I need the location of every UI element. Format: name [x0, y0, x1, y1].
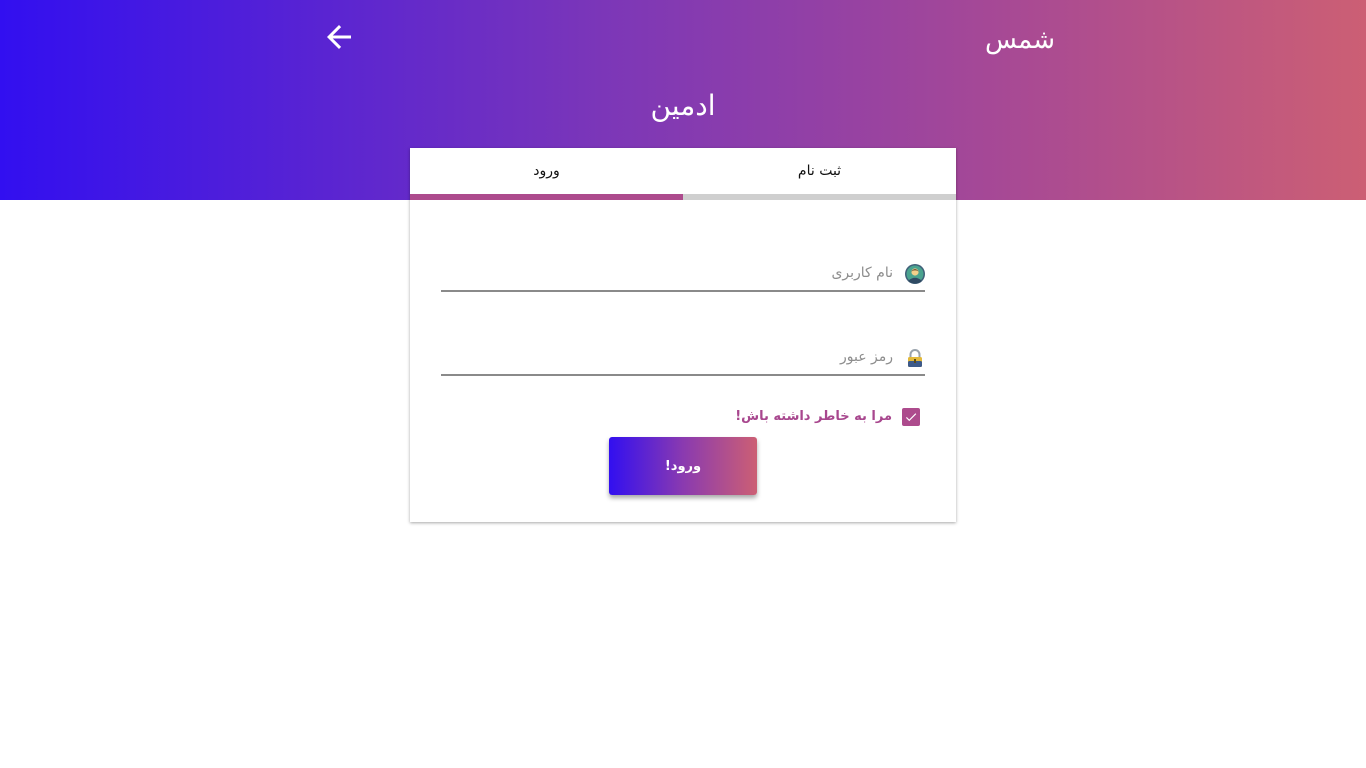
tab-login[interactable]: ورود — [410, 148, 683, 194]
lock-icon — [908, 349, 922, 367]
tab-register[interactable]: ثبت نام — [683, 148, 956, 194]
user-avatar-icon — [905, 264, 925, 284]
auth-tabs: ثبت نام ورود — [410, 148, 956, 200]
username-field — [441, 252, 925, 292]
auth-card: ثبت نام ورود مرا به خاطر — [410, 148, 956, 522]
remember-me: مرا به خاطر داشته باش! — [735, 406, 920, 428]
brand-name: شمس — [985, 25, 1055, 55]
page-title: ادمین — [650, 89, 716, 122]
password-underline — [441, 374, 925, 376]
remember-label: مرا به خاطر داشته باش! — [735, 409, 892, 424]
login-button[interactable]: ورود! — [609, 437, 757, 495]
arrow-left-icon — [327, 25, 351, 49]
check-icon — [905, 413, 917, 422]
username-input[interactable] — [441, 258, 893, 288]
username-underline — [441, 290, 925, 292]
tab-active-indicator — [410, 194, 683, 200]
password-input[interactable] — [441, 342, 893, 372]
remember-checkbox[interactable] — [902, 408, 920, 426]
back-button[interactable] — [318, 16, 360, 58]
password-field — [441, 336, 925, 376]
